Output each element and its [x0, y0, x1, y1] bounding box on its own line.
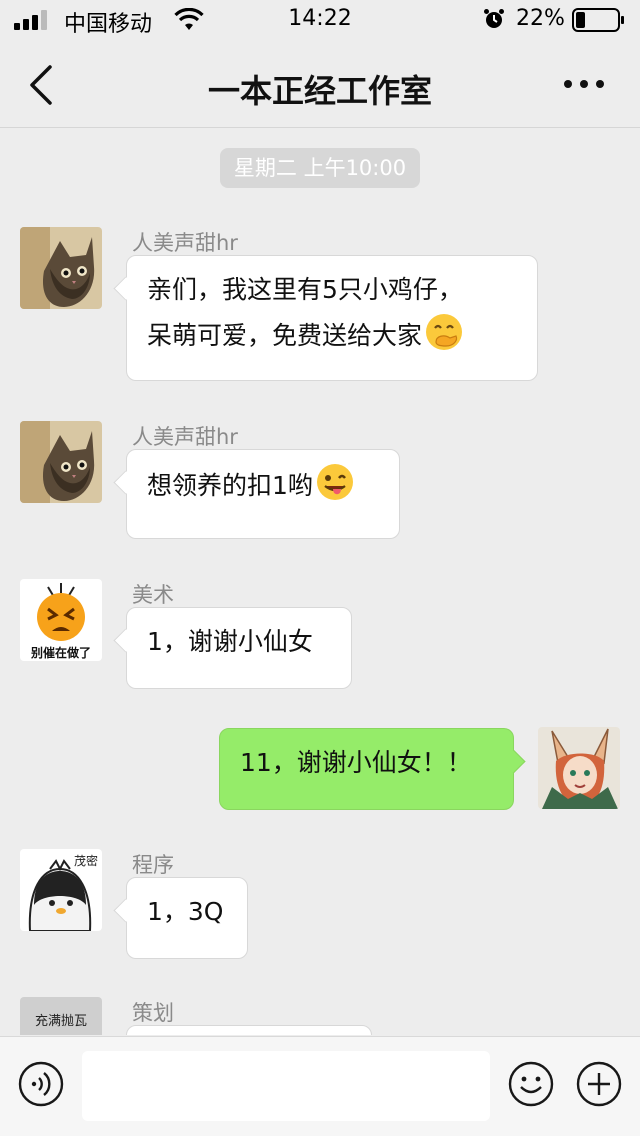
message-text: 1，谢谢小仙女: [147, 627, 313, 656]
message-text: 呆萌可爱，免费送给大家: [147, 312, 517, 358]
cat-avatar[interactable]: [20, 227, 102, 309]
cat-avatar[interactable]: [20, 421, 102, 503]
message-bubble[interactable]: [126, 1025, 372, 1035]
message-bubble[interactable]: 11，谢谢小仙女！！: [219, 728, 514, 810]
message-bubble[interactable]: 亲们，我这里有5只小鸡仔， 呆萌可爱，免费送给大家: [126, 255, 538, 381]
winking-face-with-tongue-icon: [316, 464, 353, 500]
sender-name: 人美声甜hr: [132, 231, 238, 255]
message-text: 想领养的扣1哟: [147, 471, 313, 500]
sender-name: 程序: [132, 853, 174, 877]
message-bubble[interactable]: 想领养的扣1哟: [126, 449, 400, 539]
penguin-avatar[interactable]: 茂密: [20, 849, 102, 931]
sender-name: 人美声甜hr: [132, 425, 238, 449]
anime-fox-girl-avatar[interactable]: [538, 727, 620, 809]
face-with-hand-over-mouth-icon: [426, 314, 463, 350]
alarm-icon: [484, 9, 504, 28]
chat-area[interactable]: 星期二 上午10:00 人美声甜hr 亲们，我这里有5只小鸡仔， 呆萌可爱，免费…: [0, 129, 640, 1035]
message-text: 11，谢谢小仙女！！: [240, 748, 472, 777]
message-input[interactable]: [82, 1051, 490, 1121]
chat-title: 一本正经工作室: [207, 72, 432, 110]
nav-bar: 一本正经工作室: [0, 40, 640, 128]
sticker-text: 别催在做了: [30, 645, 91, 660]
add-more-icon[interactable]: [576, 1061, 622, 1107]
sticker-avatar[interactable]: 别催在做了: [20, 579, 102, 661]
input-bar: [0, 1036, 640, 1136]
emoji-icon[interactable]: [508, 1061, 554, 1107]
battery-icon: [572, 8, 624, 32]
sticker-text: 茂密: [74, 853, 98, 868]
battery-percentage: 22%: [516, 6, 565, 31]
message-bubble[interactable]: 1，3Q: [126, 877, 248, 959]
sticker-text: 充满抛瓦: [35, 1013, 87, 1029]
message-text: 亲们，我这里有5只小鸡仔，: [147, 275, 463, 304]
message-text: 1，3Q: [147, 897, 224, 926]
sender-name: 策划: [132, 1001, 174, 1025]
voice-input-icon[interactable]: [18, 1061, 64, 1107]
sender-name: 美术: [132, 583, 174, 607]
message-bubble[interactable]: 1，谢谢小仙女: [126, 607, 352, 689]
more-options-icon[interactable]: [560, 70, 608, 98]
message-timestamp: 星期二 上午10:00: [220, 148, 420, 188]
sticker-avatar[interactable]: 充满抛瓦: [20, 997, 102, 1035]
status-bar: 中国移动 14:22 22%: [0, 0, 640, 40]
